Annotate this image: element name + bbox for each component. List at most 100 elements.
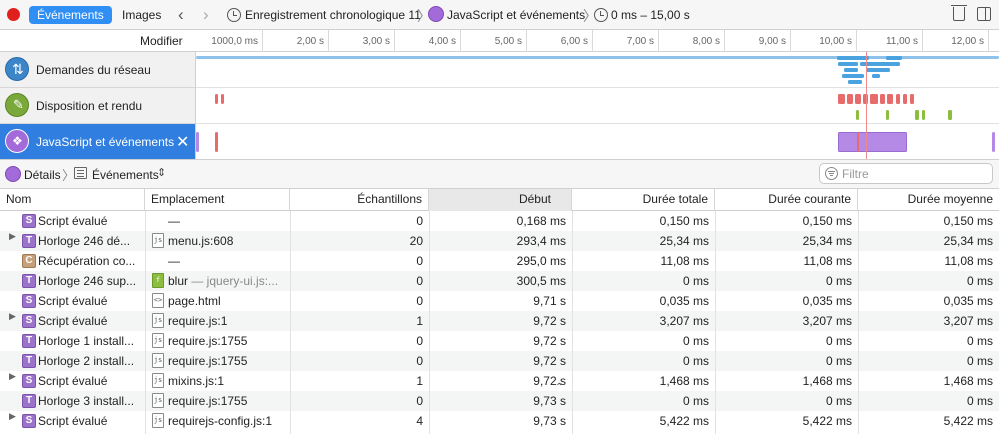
row-start: 295,0 ms (516, 254, 566, 268)
table-row[interactable]: T Horloge 1 install... js require.js:1755 0 9… (0, 331, 999, 351)
col-self[interactable]: Durée courante (715, 189, 858, 211)
row-total: 1,468 ms (659, 374, 709, 388)
overview-javascript[interactable]: ❖ JavaScript et événements ✕ (0, 124, 196, 160)
table-row[interactable]: C Récupération co... —0 295,0 ms 11,08 ms 11,… (0, 251, 999, 271)
tab-images[interactable]: Images (114, 6, 169, 24)
row-start: 9,73 s (533, 414, 566, 428)
details-crumb[interactable]: Détails (24, 168, 61, 182)
row-name: Script évalué (38, 374, 108, 388)
table-row[interactable]: ▶ T Horloge 246 dé... js menu.js:608 20 293,4 … (0, 231, 999, 251)
ruler-tick-label: 3,00 s (362, 36, 390, 47)
javascript-track[interactable] (196, 124, 999, 160)
row-start: 9,72 s (533, 314, 566, 328)
row-location[interactable]: require.js:1755 (162, 331, 290, 351)
ruler-tick-label: 1000,0 ms (211, 36, 258, 47)
row-samples: 0 (416, 254, 423, 268)
row-location[interactable]: requirejs-config.js:1 (162, 411, 290, 431)
breadcrumb-range[interactable]: 0 ms – 15,00 s (611, 8, 690, 22)
disclosure-triangle-icon[interactable]: ▶ (9, 231, 16, 242)
table-row[interactable]: T Horloge 2 install... js require.js:1755 0 9… (0, 351, 999, 371)
ruler-tick (394, 30, 395, 52)
col-start[interactable]: Début (429, 189, 572, 211)
row-self: 0,035 ms (802, 294, 852, 308)
row-self: 25,34 ms (802, 234, 852, 248)
row-samples: 1 (416, 314, 423, 328)
disclosure-triangle-icon[interactable]: ▶ (9, 371, 16, 382)
row-total: 5,422 ms (659, 414, 709, 428)
row-location[interactable]: page.html (162, 291, 290, 311)
breadcrumb-recording[interactable]: Enregistrement chronologique 11 (245, 8, 421, 22)
network-icon: ⇅ (5, 57, 29, 81)
row-location-source: — jquery-ui.js:... (188, 274, 279, 288)
table-row[interactable]: T Horloge 3 install... js require.js:1755 0 9… (0, 391, 999, 411)
row-location-file: mixins.js:1 (168, 374, 225, 388)
table-row[interactable]: S Script évalué <> page.html 0 9,71 s 0,035 ms… (0, 291, 999, 311)
ruler-tick-label: 8,00 s (692, 36, 720, 47)
col-name[interactable]: Nom (0, 189, 145, 211)
col-location[interactable]: Emplacement (145, 189, 290, 211)
row-samples: 1 (416, 374, 423, 388)
ruler-tick-label: 6,00 s (560, 36, 588, 47)
row-total: 0 ms (682, 394, 709, 408)
ruler-tick-label: 9,00 s (758, 36, 786, 47)
row-name: Script évalué (38, 214, 108, 228)
row-start: 293,4 ms (516, 234, 566, 248)
col-total[interactable]: Durée totale (572, 189, 715, 211)
row-self: 0 ms (825, 274, 852, 288)
col-average[interactable]: Durée moyenne (858, 189, 999, 211)
table-row[interactable]: S Script évalué —0 0,168 ms 0,150 ms 0,150 ms… (0, 211, 999, 231)
trash-icon[interactable] (951, 5, 967, 21)
row-average: 3,207 ms (943, 314, 993, 328)
row-average: 5,422 ms (943, 414, 993, 428)
row-name: Horloge 2 install... (38, 354, 135, 368)
row-location[interactable]: require.js:1755 (162, 391, 290, 411)
row-location[interactable]: require.js:1 (162, 311, 290, 331)
modify-button[interactable]: Modifier (140, 34, 183, 48)
overview-network-label: Demandes du réseau (36, 63, 151, 77)
disclosure-triangle-icon[interactable]: ▶ (9, 311, 16, 322)
close-icon[interactable]: ✕ (176, 132, 189, 152)
col-samples[interactable]: Échantillons (290, 189, 429, 211)
row-total: 3,207 ms (659, 314, 709, 328)
row-location[interactable]: blur — jquery-ui.js:... (162, 271, 290, 291)
overview-layout[interactable]: ✎ Disposition et rendu (0, 88, 196, 124)
playhead-marker (866, 52, 867, 159)
tab-events[interactable]: Événements (29, 6, 112, 24)
events-crumb[interactable]: Événements (92, 168, 159, 182)
overview-network[interactable]: ⇅ Demandes du réseau (0, 52, 196, 88)
filter-input[interactable]: Filtre (819, 163, 993, 184)
row-location[interactable]: menu.js:608 (162, 231, 290, 251)
record-button[interactable] (7, 8, 20, 21)
row-location-file: require.js:1755 (168, 334, 248, 348)
table-row[interactable]: ▶ S Script évalué js mixins.js:1 1 9,72 s 1,468… (0, 371, 999, 391)
row-location-file: require.js:1755 (168, 394, 248, 408)
forward-icon[interactable]: › (203, 5, 209, 25)
row-average: 1,468 ms (943, 374, 993, 388)
row-name: Script évalué (38, 414, 108, 428)
row-total: 0 ms (682, 274, 709, 288)
row-location-file: blur (168, 274, 189, 288)
row-samples: 0 (416, 214, 423, 228)
back-icon[interactable]: ‹ (178, 5, 184, 25)
table-row[interactable]: ▶ S Script évalué js requirejs-config.js:1 4 9… (0, 411, 999, 431)
table-row[interactable]: ▶ S Script évalué js require.js:1 1 9,72 s 3,20… (0, 311, 999, 331)
row-location[interactable]: require.js:1755 (162, 351, 290, 371)
row-self: 0 ms (825, 334, 852, 348)
disclosure-triangle-icon[interactable]: ▶ (9, 411, 16, 422)
filter-placeholder: Filtre (842, 167, 869, 181)
sidebar-toggle-icon[interactable] (977, 7, 991, 21)
row-total: 0 ms (682, 354, 709, 368)
breadcrumb-timeline[interactable]: JavaScript et événements (447, 8, 585, 22)
row-samples: 0 (416, 274, 423, 288)
chevron-updown-icon[interactable]: ⇕ (157, 166, 166, 179)
row-start: 9,72 s (533, 334, 566, 348)
row-total: 0 ms (682, 334, 709, 348)
row-name: Horloge 246 dé... (38, 234, 131, 248)
overview-layout-label: Disposition et rendu (36, 99, 143, 113)
row-location-file: menu.js:608 (168, 234, 234, 248)
layout-track[interactable] (196, 88, 999, 124)
row-average: 0 ms (966, 334, 993, 348)
network-track[interactable] (196, 52, 999, 88)
row-location[interactable]: mixins.js:1 (162, 371, 290, 391)
table-row[interactable]: T Horloge 246 sup... f blur — jquery-ui.js:… (0, 271, 999, 291)
